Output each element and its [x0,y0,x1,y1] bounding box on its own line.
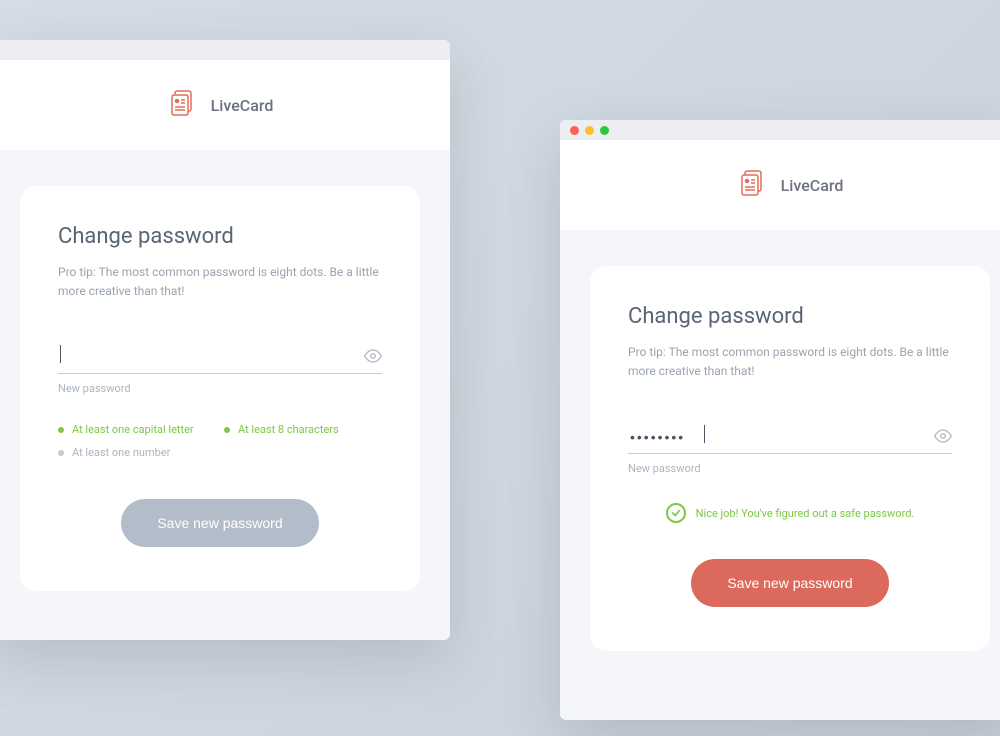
button-row: Save new password [58,499,382,547]
requirement-status-dot [58,427,64,433]
window-titlebar [560,120,1000,140]
requirement-label: At least 8 characters [238,423,339,436]
eye-icon[interactable] [364,347,382,369]
success-message: Nice job! You've figured out a safe pass… [696,507,915,520]
card-tip: Pro tip: The most common password is eig… [628,343,952,381]
window-close-icon[interactable] [570,126,579,135]
save-password-button[interactable]: Save new password [121,499,318,547]
requirement-label: At least one number [72,446,170,459]
requirement-capital-letter: At least one capital letter [58,423,216,436]
text-cursor [704,425,705,443]
requirement-status-dot [58,450,64,456]
button-row: Save new password [628,559,952,607]
change-password-card: Change password Pro tip: The most common… [590,266,990,651]
password-input-label: New password [628,462,952,475]
window-maximize-icon[interactable] [600,126,609,135]
success-message-row: Nice job! You've figured out a safe pass… [628,503,952,523]
eye-icon[interactable] [934,427,952,449]
window-initial-state: LiveCard Change password Pro tip: The mo… [0,40,450,640]
password-input-label: New password [58,382,382,395]
brand-name: LiveCard [211,96,274,115]
check-circle-icon [666,503,686,523]
requirement-min-chars: At least 8 characters [224,423,382,436]
requirement-number: At least one number [58,446,216,459]
password-input[interactable] [58,341,382,374]
livecard-logo-icon [737,167,769,203]
password-requirements: At least one capital letter At least 8 c… [58,423,382,459]
change-password-card: Change password Pro tip: The most common… [20,186,420,591]
window-minimize-icon[interactable] [585,126,594,135]
app-header: LiveCard [560,140,1000,230]
app-header: LiveCard [0,60,450,150]
card-title: Change password [628,304,952,329]
password-input-row [628,421,952,454]
card-tip: Pro tip: The most common password is eig… [58,263,382,301]
password-input-row [58,341,382,374]
requirement-status-dot [224,427,230,433]
save-password-button[interactable]: Save new password [691,559,888,607]
window-success-state: LiveCard Change password Pro tip: The mo… [560,120,1000,720]
window-titlebar [0,40,450,60]
password-input[interactable] [628,421,952,454]
brand-name: LiveCard [781,176,844,195]
text-cursor [60,345,61,363]
livecard-logo-icon [167,87,199,123]
card-title: Change password [58,224,382,249]
requirement-label: At least one capital letter [72,423,194,436]
